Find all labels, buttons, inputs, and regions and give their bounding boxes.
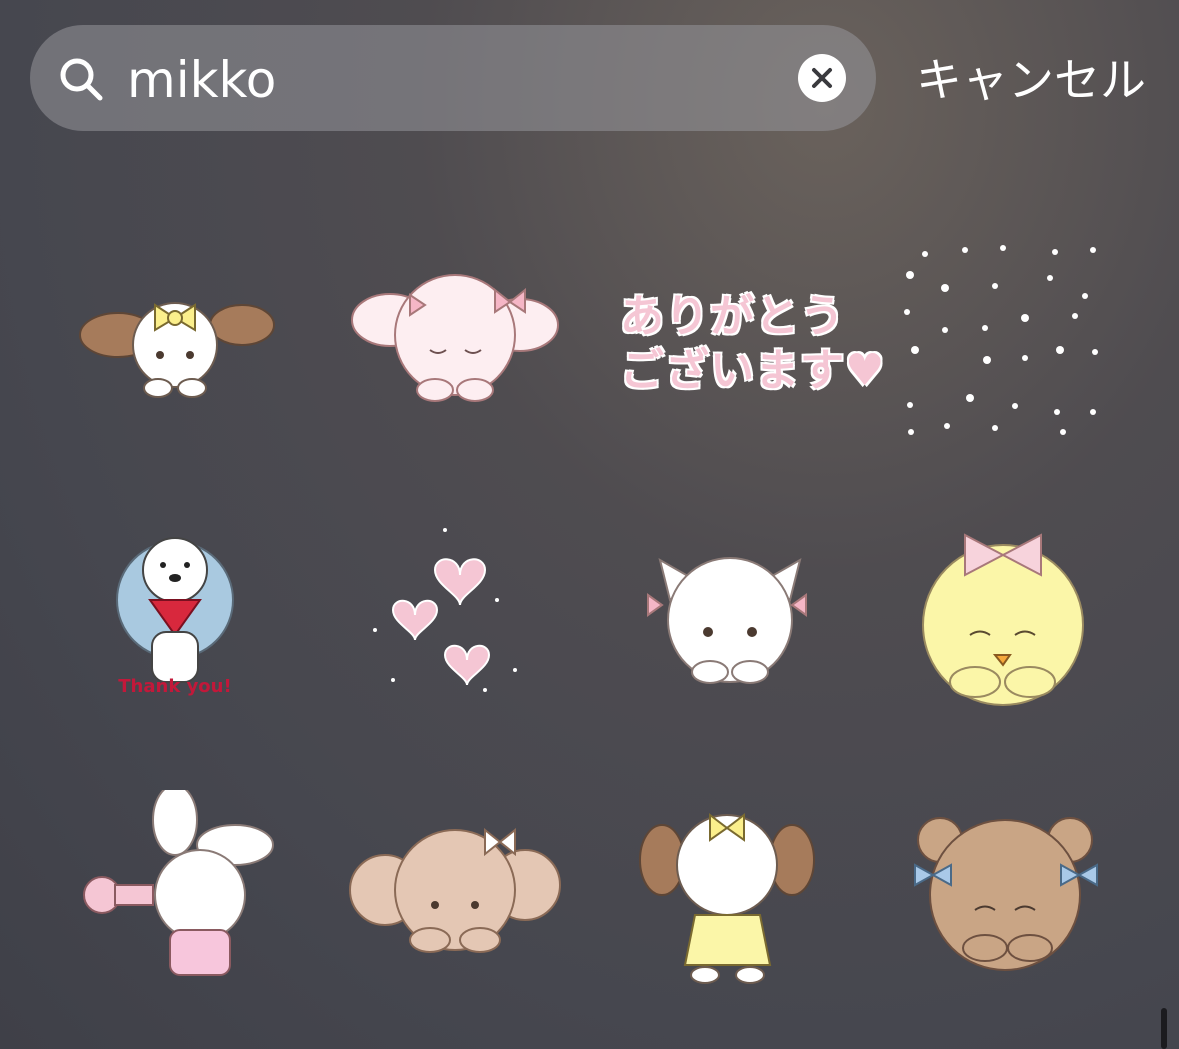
white-cat-image [647, 557, 807, 684]
brown-bear-image [914, 817, 1098, 971]
sticker-bunny-pink-bow[interactable] [335, 250, 575, 450]
search-input[interactable]: mikko [127, 50, 276, 110]
clear-search-button[interactable] [798, 54, 846, 102]
sticker-pink-hearts[interactable] [335, 520, 575, 720]
sticker-white-cat-pink-bows[interactable] [610, 520, 850, 720]
sticker-bunny-hairdryer[interactable] [60, 790, 300, 990]
scrollbar[interactable] [1161, 1008, 1167, 1049]
yellow-chick-image [922, 533, 1084, 706]
bunny-hairdryer-image [83, 790, 274, 976]
sticker-sparkles[interactable] [885, 240, 1125, 440]
puppy-yellow-bow-image [79, 302, 275, 398]
sticker-yellow-chick-pink-bow[interactable] [885, 520, 1125, 720]
hearts-image [373, 528, 517, 692]
beige-poodle-image [349, 827, 561, 953]
cancel-button[interactable]: キャンセル [916, 50, 1146, 110]
sticker-puppy-with-yellow-bow[interactable] [60, 250, 300, 450]
sticker-beige-poodle[interactable] [335, 790, 575, 990]
sticker-puppy-yellow-dress[interactable] [610, 790, 850, 990]
thank-you-caption: Thank you! [118, 676, 232, 697]
puppy-yellow-dress-image [639, 812, 815, 984]
search-icon [60, 58, 103, 101]
close-icon [812, 68, 832, 88]
sparkles-image [904, 245, 1098, 435]
bunny-pink-bow-image [351, 274, 559, 402]
arigatou-sticker-text: ありがとう ございます♥ [620, 291, 886, 396]
sticker-brown-bear-blue-bows[interactable] [885, 790, 1125, 990]
